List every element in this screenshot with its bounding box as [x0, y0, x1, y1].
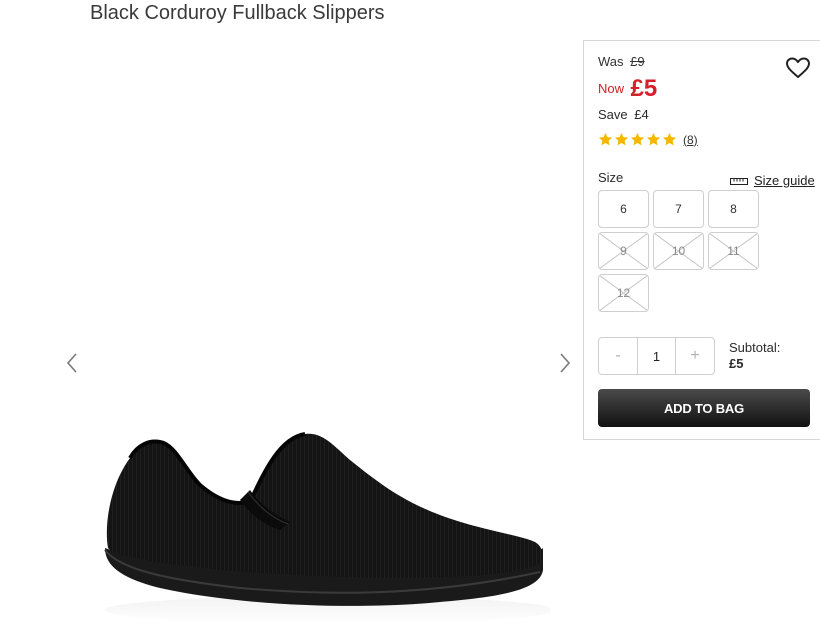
wishlist-button[interactable]	[785, 56, 811, 80]
size-option-11: 11	[708, 232, 759, 270]
star-icon	[662, 132, 677, 146]
star-rating	[598, 132, 677, 147]
gallery-prev-button[interactable]	[60, 346, 84, 380]
quantity-increase-button[interactable]: +	[676, 338, 714, 374]
size-option-label: 10	[671, 244, 686, 258]
size-guide-link[interactable]: Size guide	[730, 173, 815, 188]
was-price: Was £9	[598, 54, 645, 69]
now-price: Now £5	[598, 75, 657, 103]
size-option-label: 7	[675, 202, 682, 216]
size-option-label: 6	[620, 202, 627, 216]
was-label: Was	[598, 54, 624, 69]
saving: Save £4	[598, 107, 649, 122]
now-label: Now	[598, 81, 625, 96]
size-label: Size	[598, 170, 624, 185]
chevron-right-icon	[560, 353, 571, 373]
size-option-label: 8	[730, 202, 737, 216]
star-icon	[646, 132, 661, 146]
star-icon	[598, 132, 613, 146]
size-guide-label: Size guide	[754, 173, 815, 188]
add-to-bag-button[interactable]: ADD TO BAG	[598, 389, 810, 427]
product-image	[100, 430, 555, 623]
size-option-6[interactable]: 6	[598, 190, 649, 228]
save-value: £4	[634, 107, 649, 122]
was-price-value: £9	[630, 54, 645, 69]
review-count-link[interactable]: (8)	[683, 133, 698, 147]
size-option-label: 9	[620, 244, 627, 258]
quantity-decrease-button[interactable]: -	[599, 338, 637, 374]
purchase-panel: Was £9 Now £5 Save £4 (8) Size Size guid…	[583, 40, 820, 440]
subtotal-value: £5	[729, 356, 744, 371]
size-option-label: 12	[616, 286, 631, 300]
quantity-input[interactable]	[637, 338, 676, 374]
size-option-9: 9	[598, 232, 649, 270]
gallery-next-button[interactable]	[553, 346, 577, 380]
subtotal: Subtotal: £5	[729, 340, 780, 372]
save-label: Save	[598, 107, 628, 122]
now-price-value: £5	[630, 75, 658, 102]
size-option-label: 11	[727, 244, 740, 258]
size-option-10: 10	[653, 232, 704, 270]
star-icon	[614, 132, 629, 146]
chevron-left-icon	[66, 353, 77, 373]
product-rating: (8)	[598, 132, 698, 147]
size-option-7[interactable]: 7	[653, 190, 704, 228]
heart-icon	[786, 57, 810, 78]
product-image-gallery	[40, 40, 585, 623]
star-icon	[630, 132, 645, 146]
size-option-8[interactable]: 8	[708, 190, 759, 228]
quantity-stepper: - +	[598, 337, 715, 375]
subtotal-label: Subtotal:	[729, 340, 781, 355]
slipper-image	[104, 432, 555, 623]
ruler-icon	[730, 177, 748, 185]
product-title: Black Corduroy Fullback Slippers	[90, 2, 385, 24]
size-option-12: 12	[598, 274, 649, 312]
